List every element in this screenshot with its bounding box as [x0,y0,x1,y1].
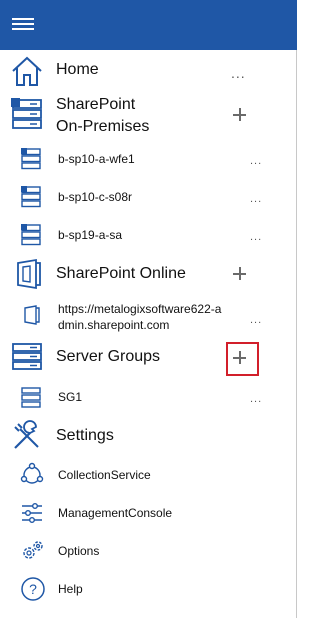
list-item[interactable]: SG1 ... [0,382,297,412]
nav-item-home[interactable]: Home ... [0,52,297,90]
svg-text:?: ? [29,581,37,597]
add-sharepoint-online-button[interactable] [230,264,250,284]
settings-icon [14,420,39,449]
sliders-icon [22,503,42,524]
server-group-more-button[interactable]: ... [250,392,262,406]
site-url-line2: dmin.sharepoint.com [58,318,170,332]
home-more-button[interactable]: ... [231,66,246,80]
add-server-group-button[interactable] [230,348,250,368]
server-icon [21,224,41,246]
nav-item-settings[interactable]: Settings [0,418,297,454]
list-item[interactable]: b-sp19-a-sa ... [0,220,297,250]
server-icon [21,148,41,170]
server-icon [11,98,42,129]
nav-item-sharepoint-online[interactable]: SharePoint Online [0,256,297,292]
add-on-premises-button[interactable] [230,105,250,125]
home-icon [12,56,42,86]
server-more-button[interactable]: ... [250,230,262,244]
nav-item-server-groups[interactable]: Server Groups [0,340,297,376]
server-group-icon [21,387,41,408]
server-more-button[interactable]: ... [250,154,262,168]
list-item[interactable]: b-sp10-a-wfe1 ... [0,144,297,174]
list-item[interactable]: https://metalogixsoftware622-a dmin.shar… [0,296,297,336]
nav-label-settings: Settings [56,427,114,444]
nav-label-home: Home [56,61,99,78]
settings-item-options[interactable]: Options [0,536,297,566]
settings-item-help[interactable]: ? Help [0,574,297,604]
settings-item-label: Options [58,544,100,558]
nav-label-sharepoint: SharePoint [56,96,136,113]
navigation-panel: Home ... SharePoint On-Premises b-sp10-a… [0,0,297,618]
server-label: b-sp19-a-sa [58,228,123,242]
settings-item-label: ManagementConsole [58,506,173,520]
sharepoint-online-icon [24,305,40,325]
hamburger-icon[interactable] [12,14,36,34]
site-url-line1: https://metalogixsoftware622-a [58,302,222,316]
server-label: b-sp10-c-s08r [58,190,133,204]
collection-service-icon [20,462,44,484]
nav-label-on-premises: On-Premises [56,118,150,135]
sharepoint-online-icon [17,258,41,290]
list-item[interactable]: b-sp10-c-s08r ... [0,182,297,212]
gears-icon [23,541,43,559]
server-more-button[interactable]: ... [250,192,262,206]
settings-item-management-console[interactable]: ManagementConsole [0,498,297,528]
settings-item-collection-service[interactable]: CollectionService [0,460,297,490]
site-more-button[interactable]: ... [250,313,262,327]
nav-label-sharepoint-online: SharePoint Online [56,265,186,282]
server-icon [21,186,41,208]
server-group-icon [12,343,42,370]
server-group-label: SG1 [58,390,83,404]
server-label: b-sp10-a-wfe1 [58,152,135,166]
nav-item-sharepoint-on-premises[interactable]: SharePoint On-Premises [0,92,297,140]
settings-item-label: CollectionService [58,468,151,482]
nav-label-server-groups: Server Groups [56,348,161,365]
settings-item-label: Help [58,582,83,596]
help-icon: ? [21,577,45,601]
top-bar [0,0,297,50]
